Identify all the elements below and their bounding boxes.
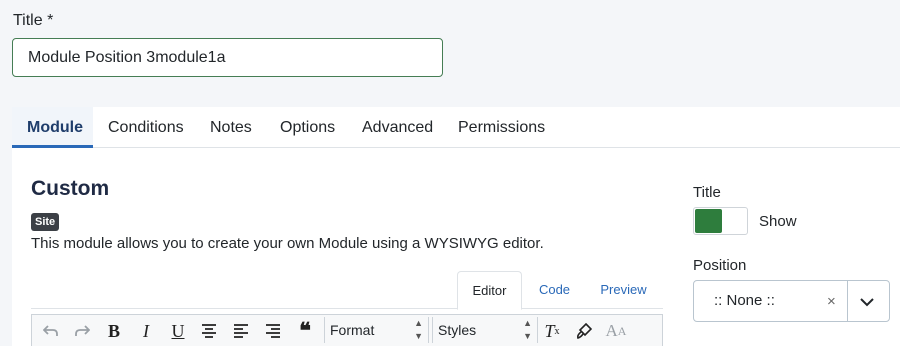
tab-conditions[interactable]: Conditions bbox=[93, 107, 199, 148]
styles-select[interactable]: Styles ▲ ▼ bbox=[432, 317, 538, 343]
undo-icon[interactable] bbox=[38, 319, 64, 343]
tab-bar: Module Conditions Notes Options Advanced… bbox=[12, 107, 900, 148]
tab-module[interactable]: Module bbox=[12, 107, 93, 148]
toggle-on-knob bbox=[695, 209, 722, 233]
align-center-icon[interactable] bbox=[196, 319, 222, 343]
editor-tab-preview[interactable]: Preview bbox=[591, 271, 656, 309]
italic-icon[interactable]: I bbox=[133, 319, 159, 343]
bold-icon[interactable]: B bbox=[101, 319, 127, 343]
updown-icon: ▲ ▼ bbox=[523, 318, 532, 341]
position-label: Position bbox=[693, 257, 747, 274]
editor-toolbar: B I U ❝ Format ▲ ▼ Styles ▲ ▼ Tx A A bbox=[31, 314, 663, 346]
title-input[interactable]: Module Position 3module1a bbox=[12, 38, 443, 77]
position-value: :: None :: bbox=[714, 292, 775, 309]
show-title-label: Title bbox=[693, 184, 721, 201]
select-divider bbox=[847, 281, 848, 321]
tab-notes[interactable]: Notes bbox=[195, 107, 267, 148]
tab-options[interactable]: Options bbox=[265, 107, 350, 148]
underline-icon[interactable]: U bbox=[165, 319, 191, 343]
editor-tab-bar: Editor Code Preview bbox=[31, 271, 663, 310]
format-select[interactable]: Format ▲ ▼ bbox=[324, 317, 429, 343]
styles-select-label: Styles bbox=[438, 322, 477, 338]
clear-format-icon[interactable]: Tx bbox=[539, 319, 565, 343]
module-edit-page: Title * Module Position 3module1a Module… bbox=[0, 0, 900, 346]
module-description: This module allows you to create your ow… bbox=[31, 235, 544, 252]
module-panel: Module Conditions Notes Options Advanced… bbox=[12, 107, 900, 346]
format-select-label: Format bbox=[330, 322, 375, 338]
paint-format-icon[interactable] bbox=[571, 319, 597, 343]
align-left-icon[interactable] bbox=[228, 319, 254, 343]
show-title-status: Show bbox=[759, 213, 797, 230]
show-title-toggle[interactable] bbox=[693, 207, 748, 235]
font-size-icon[interactable]: AA bbox=[603, 319, 629, 343]
clear-icon[interactable]: × bbox=[827, 281, 836, 323]
tab-advanced[interactable]: Advanced bbox=[347, 107, 448, 148]
align-right-icon[interactable] bbox=[260, 319, 286, 343]
editor-tab-code[interactable]: Code bbox=[528, 271, 581, 309]
redo-icon[interactable] bbox=[69, 319, 95, 343]
title-label: Title * bbox=[13, 12, 54, 29]
chevron-down-icon[interactable] bbox=[857, 292, 877, 312]
site-badge: Site bbox=[31, 213, 60, 231]
blockquote-icon[interactable]: ❝ bbox=[292, 318, 318, 343]
position-select[interactable]: :: None :: × bbox=[693, 280, 890, 322]
updown-icon: ▲ ▼ bbox=[414, 318, 423, 341]
module-heading: Custom bbox=[31, 177, 110, 200]
editor-tab-editor[interactable]: Editor bbox=[457, 271, 522, 310]
tab-permissions[interactable]: Permissions bbox=[443, 107, 560, 148]
